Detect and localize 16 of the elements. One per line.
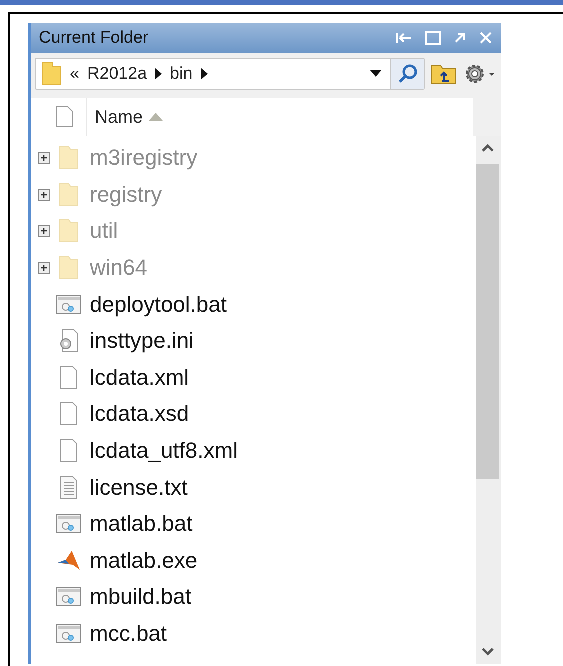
file-name[interactable]: lcdata_utf8.xml: [90, 438, 238, 464]
breadcrumb[interactable]: bin: [170, 64, 193, 84]
panel-title: Current Folder: [39, 28, 150, 48]
file-name[interactable]: matlab.bat: [90, 511, 193, 538]
breadcrumb[interactable]: «: [70, 64, 80, 84]
name-column-header[interactable]: Name: [87, 98, 473, 136]
file-name[interactable]: deploytool.bat: [90, 292, 227, 318]
breadcrumb[interactable]: R2012a: [87, 64, 148, 84]
file-name[interactable]: lcdata.xml: [90, 364, 190, 391]
file-name[interactable]: insttype.ini: [90, 328, 194, 354]
file-name[interactable]: mcc.bat: [90, 621, 168, 648]
file-name[interactable]: mbuild.bat: [90, 584, 192, 610]
file-name[interactable]: matlab.exe: [90, 548, 198, 574]
address-bar[interactable]: « R2012a bin: [35, 58, 425, 90]
file-name[interactable]: license.txt: [90, 474, 188, 501]
file-name[interactable]: lcdata.xsd: [90, 401, 190, 428]
